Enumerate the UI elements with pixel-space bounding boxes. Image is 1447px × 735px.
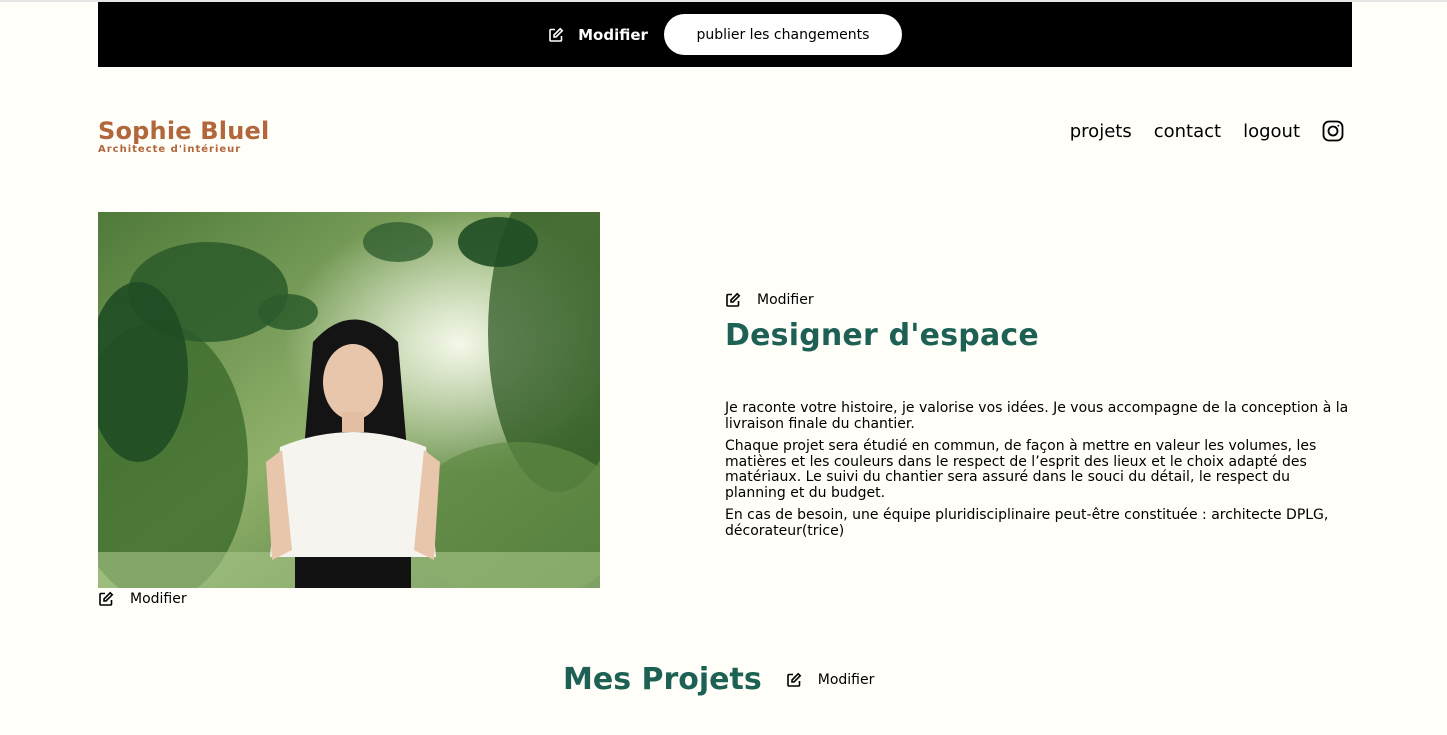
intro-edit-button[interactable]: Modifier <box>725 292 1355 308</box>
intro-edit-label: Modifier <box>757 292 814 308</box>
edit-icon <box>548 27 564 43</box>
architect-photo <box>98 212 600 588</box>
intro-paragraph: Chaque projet sera étudié en commun, de … <box>725 438 1317 501</box>
edit-icon <box>725 292 741 308</box>
intro-paragraph: Je raconte votre histoire, je valorise v… <box>725 400 1349 432</box>
nav-link-logout[interactable]: logout <box>1243 121 1300 142</box>
main-nav: projets contact logout <box>1070 120 1344 142</box>
projects-edit-label: Modifier <box>817 671 875 688</box>
edit-mode-bar: Modifier publier les changements <box>98 2 1352 67</box>
site-header: Sophie Bluel Architecte d'intérieur proj… <box>98 118 1352 162</box>
introduction-section: Modifier Designer d'espace Je raconte vo… <box>725 292 1355 539</box>
projects-edit-button[interactable]: Modifier <box>786 671 875 688</box>
edit-icon <box>786 672 802 688</box>
projects-title: Mes Projets <box>563 662 762 697</box>
logo-subtitle: Architecte d'intérieur <box>98 144 242 155</box>
publish-changes-button[interactable]: publier les changements <box>663 14 902 55</box>
instagram-icon[interactable] <box>1322 120 1344 142</box>
nav-link-projets[interactable]: projets <box>1070 121 1132 142</box>
photo-edit-label: Modifier <box>130 591 187 607</box>
photo-edit-button[interactable]: Modifier <box>98 591 187 607</box>
nav-link-contact[interactable]: contact <box>1154 121 1221 142</box>
edit-mode-label: Modifier <box>578 25 648 44</box>
intro-paragraph: En cas de besoin, une équipe pluridiscip… <box>725 507 1329 539</box>
projects-header: Mes Projets Modifier <box>563 662 874 697</box>
intro-title: Designer d'espace <box>725 318 1039 353</box>
edit-icon <box>98 591 114 607</box>
edit-mode-toggle[interactable]: Modifier <box>548 26 648 44</box>
